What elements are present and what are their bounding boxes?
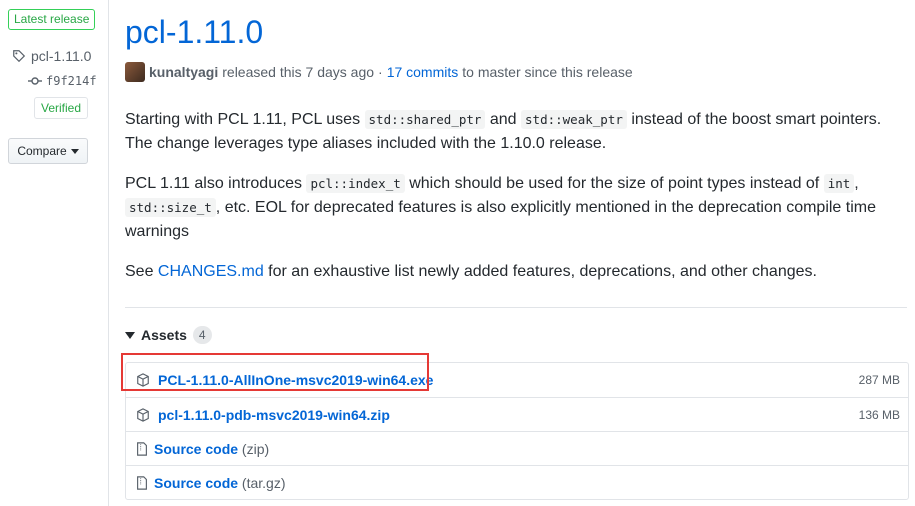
asset-link[interactable]: Source code (zip) — [154, 441, 269, 457]
code-snippet: std::weak_ptr — [521, 110, 627, 129]
commit-link[interactable]: f9f214f — [28, 74, 97, 88]
commit-icon — [28, 76, 42, 86]
notes-paragraph-3: See CHANGES.md for an exhaustive list ne… — [125, 263, 817, 280]
avatar[interactable] — [125, 62, 145, 82]
tag-name: pcl-1.11.0 — [31, 48, 92, 64]
divider — [125, 307, 907, 308]
assets-count-badge: 4 — [192, 326, 212, 344]
notes-paragraph-2: PCL 1.11 also introduces pcl::index_t wh… — [125, 174, 876, 240]
tag-link[interactable]: pcl-1.11.0 — [12, 48, 91, 64]
asset-size: 287 MB — [858, 373, 900, 387]
notes-paragraph-1: Starting with PCL 1.11, PCL uses std::sh… — [125, 110, 882, 152]
latest-release-badge: Latest release — [8, 9, 96, 30]
meta-separator: · — [378, 64, 383, 80]
asset-suffix: (tar.gz) — [241, 474, 286, 491]
asset-link[interactable]: Source code (tar.gz) — [154, 475, 286, 491]
compare-label: Compare — [17, 144, 67, 158]
file-zip-icon — [136, 441, 148, 456]
assets-heading: Assets — [141, 327, 187, 343]
highlight-box — [121, 353, 429, 391]
compare-button[interactable]: Compare — [8, 138, 88, 164]
asset-row[interactable]: pcl-1.11.0-pdb-msvc2019-win64.zip 136 MB — [126, 397, 908, 431]
release-sidebar: Latest release pcl-1.11.0 f9f214f Verifi… — [0, 0, 109, 506]
commits-suffix: to master since this release — [462, 64, 633, 80]
file-zip-icon — [136, 475, 148, 490]
asset-row[interactable]: Source code (zip) — [126, 431, 908, 465]
asset-size: 136 MB — [858, 407, 900, 422]
assets-toggle[interactable]: Assets 4 — [125, 326, 212, 344]
asset-link[interactable]: pcl-1.11.0-pdb-msvc2019-win64.zip — [158, 407, 390, 423]
caret-down-icon — [70, 144, 79, 158]
asset-suffix: (zip) — [241, 440, 270, 457]
code-snippet: int — [823, 174, 855, 193]
author-link[interactable]: kunaltyagi — [149, 64, 218, 80]
triangle-down-icon — [125, 327, 135, 343]
release-notes: Starting with PCL 1.11, PCL uses std::sh… — [125, 108, 907, 300]
code-snippet: std::size_t — [125, 198, 216, 217]
verified-badge[interactable]: Verified — [34, 97, 89, 119]
commit-sha: f9f214f — [46, 74, 97, 88]
release-title[interactable]: pcl-1.11.0 — [125, 14, 263, 51]
release-meta: kunaltyagi released this 7 days ago · 17… — [125, 62, 633, 82]
code-snippet: pcl::index_t — [306, 174, 405, 193]
changes-link[interactable]: CHANGES.md — [158, 263, 264, 280]
commits-link[interactable]: 17 commits — [387, 64, 459, 80]
package-icon — [136, 407, 150, 422]
tag-icon — [12, 49, 26, 63]
released-text: released this 7 days ago — [222, 64, 375, 80]
code-snippet: std::shared_ptr — [364, 110, 486, 129]
asset-row[interactable]: Source code (tar.gz) — [126, 465, 908, 499]
